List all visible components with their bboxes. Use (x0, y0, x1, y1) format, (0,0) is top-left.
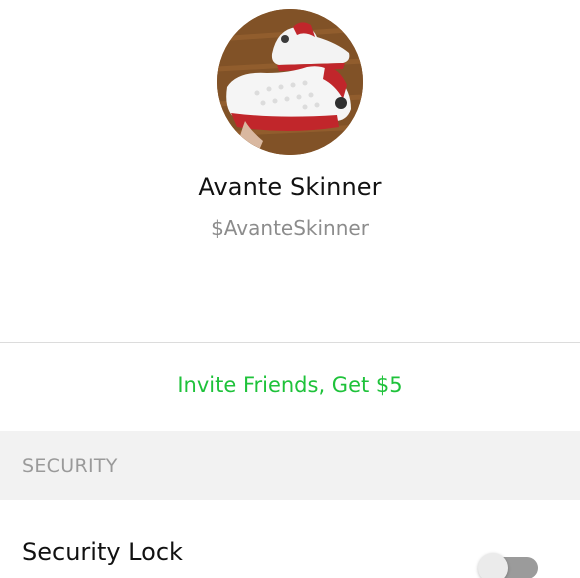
section-header-label: SECURITY (22, 455, 118, 477)
security-lock-row[interactable]: Security Lock (0, 500, 580, 578)
security-lock-toggle[interactable] (478, 553, 540, 578)
divider (0, 342, 580, 343)
profile-name: Avante Skinner (198, 173, 382, 201)
profile-handle: $AvanteSkinner (211, 216, 369, 240)
security-lock-label: Security Lock (22, 538, 183, 566)
profile-avatar[interactable] (217, 9, 363, 155)
security-section-header: SECURITY (0, 431, 580, 500)
profile-screen: Avante Skinner $AvanteSkinner Invite Fri… (0, 0, 580, 578)
invite-friends-link[interactable]: Invite Friends, Get $5 (0, 373, 580, 397)
toggle-knob (478, 553, 508, 578)
sneakers-photo-icon (217, 9, 363, 155)
